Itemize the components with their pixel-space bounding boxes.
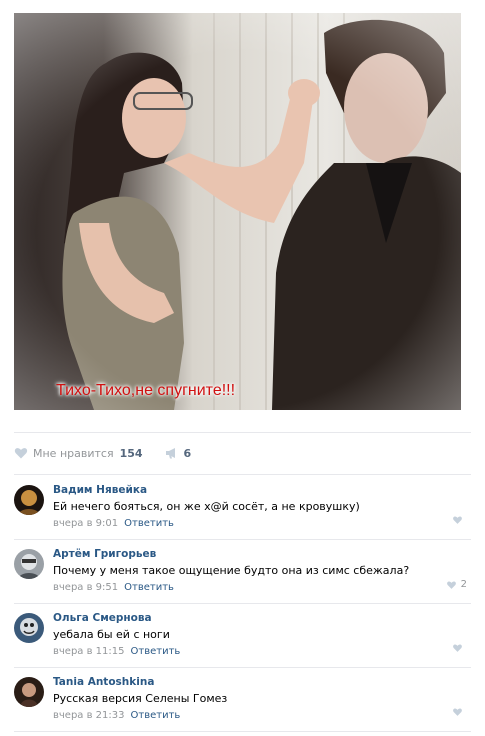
comment-time[interactable]: вчера в 9:01 xyxy=(53,518,118,529)
comment-time[interactable]: вчера в 21:33 xyxy=(53,710,125,721)
like-button[interactable]: Мне нравится 154 xyxy=(14,446,143,460)
heart-icon xyxy=(453,708,462,716)
reply-button[interactable]: Ответить xyxy=(124,518,174,529)
comment-like-button[interactable]: 2 xyxy=(446,579,467,590)
comment-author[interactable]: Вадим Нявейка xyxy=(53,483,471,497)
heart-icon xyxy=(14,448,28,459)
heart-icon xyxy=(453,516,462,524)
divider xyxy=(14,667,471,668)
comment-like-button[interactable] xyxy=(452,707,467,717)
comment-item: Tania Antoshkina Русская версия Селены Г… xyxy=(14,675,471,731)
share-button[interactable]: 6 xyxy=(165,446,192,460)
megaphone-icon xyxy=(165,448,175,459)
heart-icon xyxy=(453,644,462,652)
comment-item: Ольга Смернова уебала бы ей с ноги вчера… xyxy=(14,611,471,667)
heart-icon xyxy=(446,581,456,589)
comment-author[interactable]: Tania Antoshkina xyxy=(53,675,471,689)
divider xyxy=(14,432,471,433)
comment-item: Вадим Нявейка Ей нечего бояться, он же х… xyxy=(14,483,471,539)
comment-text: Русская версия Селены Гомез xyxy=(53,692,228,705)
share-count: 6 xyxy=(183,446,192,460)
avatar[interactable] xyxy=(14,613,44,643)
comment-text: Почему у меня такое ощущение будто она и… xyxy=(53,564,410,577)
comment-text: уебала бы ей с ноги xyxy=(53,628,170,641)
divider xyxy=(14,731,471,732)
post-actions: Мне нравится 154 6 xyxy=(14,445,191,461)
like-label: Мне нравится xyxy=(33,446,114,460)
comment-author[interactable]: Артём Григорьев xyxy=(53,547,471,561)
comment-text: Ей нечего бояться, он же х@й сосёт, а не… xyxy=(53,500,360,513)
avatar[interactable] xyxy=(14,549,44,579)
like-count: 154 xyxy=(119,446,143,460)
reply-button[interactable]: Ответить xyxy=(131,710,181,721)
divider xyxy=(14,539,471,540)
reply-button[interactable]: Ответить xyxy=(124,582,174,593)
avatar[interactable] xyxy=(14,677,44,707)
comment-time[interactable]: вчера в 9:51 xyxy=(53,582,118,593)
comment-like-button[interactable] xyxy=(452,515,467,525)
photo-caption: Тихо-Тихо,не спугните!!! xyxy=(56,382,236,399)
comment-item: Артём Григорьев Почему у меня такое ощущ… xyxy=(14,547,471,603)
photo-collage xyxy=(14,13,461,410)
comment-time[interactable]: вчера в 11:15 xyxy=(53,646,125,657)
divider xyxy=(14,603,471,604)
comment-like-count: 2 xyxy=(460,579,467,590)
divider xyxy=(14,474,471,475)
reply-button[interactable]: Ответить xyxy=(131,646,181,657)
comment-author[interactable]: Ольга Смернова xyxy=(53,611,471,625)
post-photo[interactable]: Тихо-Тихо,не спугните!!! xyxy=(14,13,461,410)
comment-like-button[interactable] xyxy=(452,643,467,653)
avatar[interactable] xyxy=(14,485,44,515)
